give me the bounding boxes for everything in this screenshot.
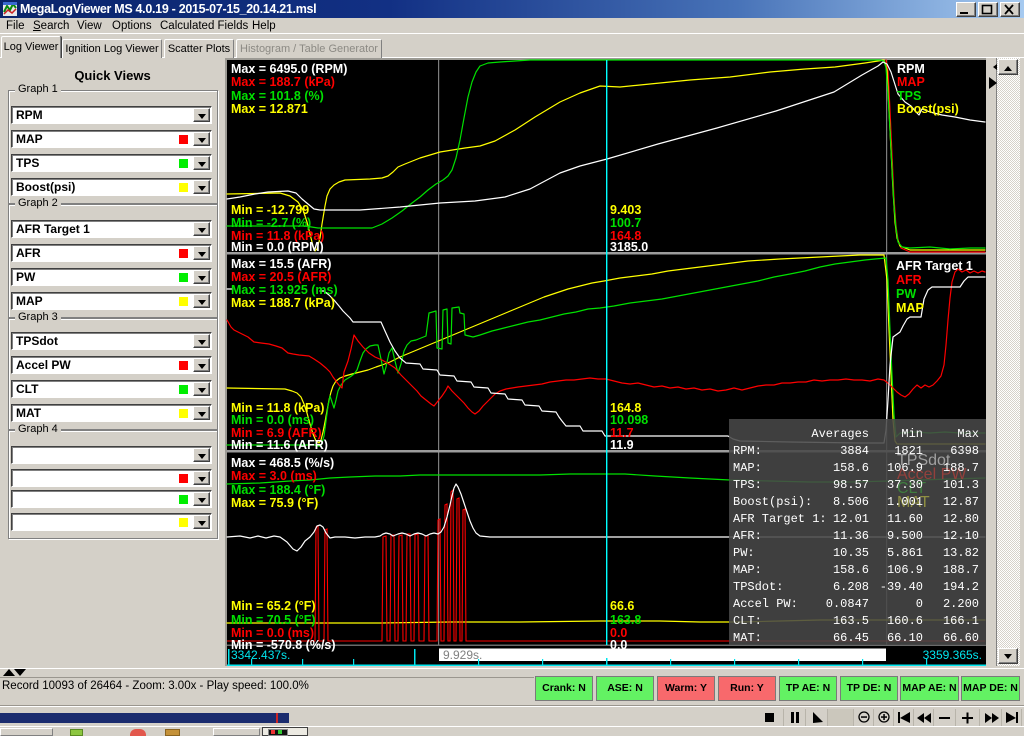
svg-text:AFR:: AFR: xyxy=(733,529,762,543)
svg-text:Min = 70.5 (°F): Min = 70.5 (°F) xyxy=(231,613,316,627)
svg-text:MAP: MAP xyxy=(897,75,925,89)
svg-text:Max = 188.4 (°F): Max = 188.4 (°F) xyxy=(231,483,325,497)
svg-text:-39.40: -39.40 xyxy=(880,580,923,594)
svg-text:12.01: 12.01 xyxy=(833,512,869,526)
svg-text:1.001: 1.001 xyxy=(887,495,923,509)
svg-text:11.36: 11.36 xyxy=(833,529,869,543)
svg-text:6.208: 6.208 xyxy=(833,580,869,594)
svg-text:Max = 15.5 (AFR): Max = 15.5 (AFR) xyxy=(231,257,331,271)
svg-text:Min = 0.0 (RPM): Min = 0.0 (RPM) xyxy=(231,240,324,254)
svg-text:TPSdot:: TPSdot: xyxy=(733,580,783,594)
svg-text:166.1: 166.1 xyxy=(943,614,979,628)
svg-text:160.6: 160.6 xyxy=(887,614,923,628)
svg-text:Max = 75.9 (°F): Max = 75.9 (°F) xyxy=(231,496,318,510)
svg-text:66.6: 66.6 xyxy=(610,599,634,613)
svg-text:PW:: PW: xyxy=(733,546,755,560)
svg-text:Boost(psi):: Boost(psi): xyxy=(733,495,812,509)
svg-text:Min = 0.0 (ms): Min = 0.0 (ms) xyxy=(231,413,314,427)
svg-text:Min = 65.2 (°F): Min = 65.2 (°F) xyxy=(231,599,316,613)
svg-text:RPM:: RPM: xyxy=(733,444,762,458)
svg-text:MAP:: MAP: xyxy=(733,563,762,577)
svg-text:Max = 188.7 (kPa): Max = 188.7 (kPa) xyxy=(231,296,335,310)
svg-text:66.45: 66.45 xyxy=(833,631,869,645)
svg-text:11.60: 11.60 xyxy=(887,512,923,526)
svg-text:Max: Max xyxy=(957,427,979,441)
svg-text:101.3: 101.3 xyxy=(943,478,979,492)
svg-text:100.7: 100.7 xyxy=(610,216,641,230)
svg-text:3884: 3884 xyxy=(840,444,869,458)
svg-text:106.9: 106.9 xyxy=(887,563,923,577)
svg-text:AFR Target 1:: AFR Target 1: xyxy=(733,512,827,526)
svg-text:Max = 101.8 (%): Max = 101.8 (%) xyxy=(231,89,324,103)
svg-text:Max = 3.0 (ms): Max = 3.0 (ms) xyxy=(231,469,317,483)
svg-text:10.35: 10.35 xyxy=(833,546,869,560)
svg-text:TPS:: TPS: xyxy=(733,478,762,492)
svg-text:37.30: 37.30 xyxy=(887,478,923,492)
svg-text:0: 0 xyxy=(916,597,923,611)
svg-text:11.9: 11.9 xyxy=(610,438,634,452)
svg-text:12.10: 12.10 xyxy=(943,529,979,543)
svg-text:AFR Target 1: AFR Target 1 xyxy=(896,259,973,273)
svg-text:MAP: MAP xyxy=(896,301,924,315)
svg-text:Min = -12.799: Min = -12.799 xyxy=(231,203,309,217)
svg-text:Max = 188.7 (kPa): Max = 188.7 (kPa) xyxy=(231,75,335,89)
svg-text:12.80: 12.80 xyxy=(943,512,979,526)
svg-text:Min: Min xyxy=(901,427,923,441)
svg-text:9.500: 9.500 xyxy=(887,529,923,543)
svg-text:158.6: 158.6 xyxy=(833,563,869,577)
svg-text:9.929s.: 9.929s. xyxy=(443,648,482,662)
svg-text:RPM: RPM xyxy=(897,62,925,76)
svg-text:Boost(psi): Boost(psi) xyxy=(897,102,959,116)
svg-text:Max = 468.5 (%/s): Max = 468.5 (%/s) xyxy=(231,456,334,470)
svg-text:2.200: 2.200 xyxy=(943,597,979,611)
svg-text:158.6: 158.6 xyxy=(833,461,869,475)
svg-text:106.9: 106.9 xyxy=(887,461,923,475)
svg-text:Max = 20.5 (AFR): Max = 20.5 (AFR) xyxy=(231,270,331,284)
svg-text:12.87: 12.87 xyxy=(943,495,979,509)
svg-text:3359.365s.: 3359.365s. xyxy=(923,648,982,662)
svg-text:1821: 1821 xyxy=(894,444,923,458)
svg-text:Averages: Averages xyxy=(811,427,869,441)
svg-text:188.7: 188.7 xyxy=(943,563,979,577)
svg-text:13.82: 13.82 xyxy=(943,546,979,560)
svg-text:CLT:: CLT: xyxy=(733,614,762,628)
svg-text:98.57: 98.57 xyxy=(833,478,869,492)
svg-text:Min = 11.6 (AFR): Min = 11.6 (AFR) xyxy=(231,438,328,452)
svg-text:163.8: 163.8 xyxy=(610,613,641,627)
svg-text:Accel PW:: Accel PW: xyxy=(733,597,798,611)
svg-text:Max = 12.871: Max = 12.871 xyxy=(231,102,308,116)
svg-text:AFR: AFR xyxy=(896,273,922,287)
svg-text:Max = 6495.0 (RPM): Max = 6495.0 (RPM) xyxy=(231,62,347,76)
svg-text:0.0847: 0.0847 xyxy=(826,597,869,611)
svg-text:TPS: TPS xyxy=(897,89,921,103)
svg-text:163.5: 163.5 xyxy=(833,614,869,628)
svg-text:3185.0: 3185.0 xyxy=(610,240,648,254)
svg-text:MAP:: MAP: xyxy=(733,461,762,475)
svg-text:PW: PW xyxy=(896,287,916,301)
svg-text:5.861: 5.861 xyxy=(887,546,923,560)
svg-text:Max = 13.925 (ms): Max = 13.925 (ms) xyxy=(231,283,338,297)
svg-text:10.098: 10.098 xyxy=(610,413,648,427)
svg-text:6398: 6398 xyxy=(950,444,979,458)
svg-text:66.10: 66.10 xyxy=(887,631,923,645)
svg-text:188.7: 188.7 xyxy=(943,461,979,475)
svg-text:66.60: 66.60 xyxy=(943,631,979,645)
svg-text:MAT:: MAT: xyxy=(733,631,762,645)
svg-text:Min = -2.7 (%): Min = -2.7 (%) xyxy=(231,216,311,230)
svg-text:3342.437s.: 3342.437s. xyxy=(231,648,290,662)
svg-text:194.2: 194.2 xyxy=(943,580,979,594)
svg-text:8.506: 8.506 xyxy=(833,495,869,509)
svg-text:9.403: 9.403 xyxy=(610,203,641,217)
